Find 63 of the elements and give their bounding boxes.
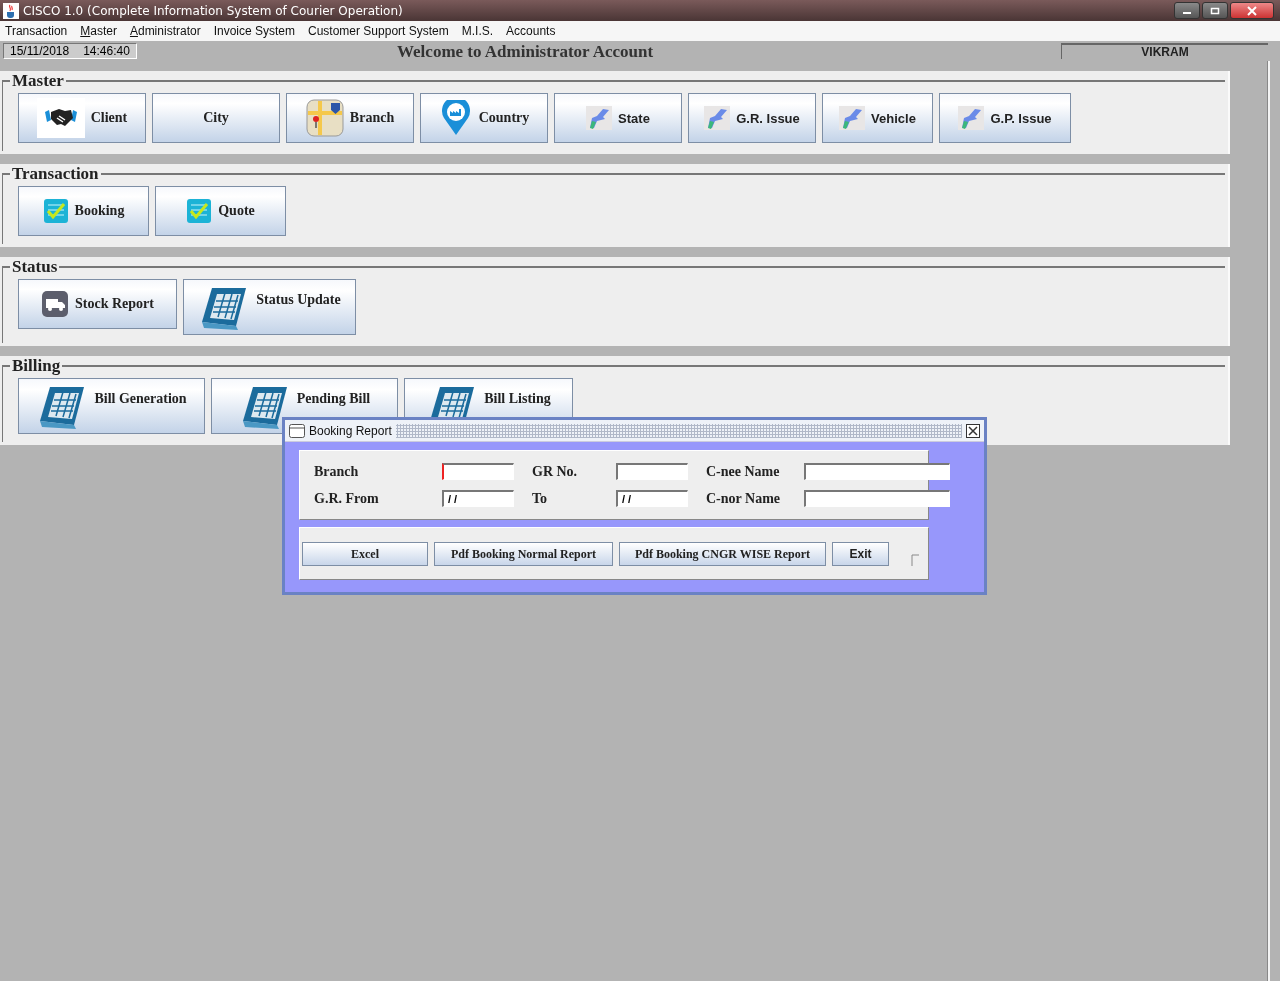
section-title: Billing <box>11 356 62 376</box>
truck-icon <box>41 290 70 318</box>
input-field[interactable] <box>442 463 514 480</box>
maximize-icon <box>1210 6 1220 15</box>
module-button[interactable]: Stock Report <box>18 279 177 329</box>
module-button[interactable]: Bill Generation <box>18 378 205 434</box>
bird-icon <box>586 106 613 130</box>
module-button[interactable]: Status Update <box>183 279 356 335</box>
user-name-box: VIKRAM <box>1061 43 1268 59</box>
module-button[interactable]: Country <box>420 93 548 143</box>
section-title: Status <box>11 257 59 277</box>
input-field[interactable]: / / <box>616 490 688 507</box>
module-button[interactable]: Client <box>18 93 146 143</box>
module-button[interactable]: Vehicle <box>822 93 933 143</box>
java-cup-icon <box>3 2 19 19</box>
time-text: 14:46:40 <box>83 44 130 58</box>
input-field[interactable]: / / <box>442 490 514 507</box>
module-button[interactable]: Quote <box>155 186 286 236</box>
bird-icon <box>839 106 866 130</box>
dialog-button[interactable]: Exit <box>832 542 889 566</box>
dialog-button[interactable]: Pdf Booking Normal Report <box>434 542 613 566</box>
menu-item[interactable]: Administrator <box>129 24 201 38</box>
field-label: GR No. <box>532 463 579 480</box>
dialog-button[interactable]: Pdf Booking CNGR WISE Report <box>619 542 826 566</box>
checklist-icon <box>186 198 213 224</box>
close-icon <box>968 425 978 436</box>
module-button[interactable]: State <box>554 93 682 143</box>
field-label: C-nor Name <box>706 490 781 507</box>
bird-icon <box>958 106 985 130</box>
module-button[interactable]: Branch <box>286 93 414 143</box>
field-label: C-nee Name <box>706 463 781 480</box>
window-icon <box>289 423 305 438</box>
menu-item[interactable]: Master <box>80 24 117 38</box>
dialog-button[interactable]: Excel <box>302 542 428 566</box>
close-button[interactable] <box>966 423 980 438</box>
bird-icon <box>704 106 731 130</box>
welcome-heading: Welcome to Administrator Account <box>397 42 654 62</box>
menu-item[interactable]: Transaction <box>5 24 68 38</box>
input-field[interactable] <box>616 463 688 480</box>
field-label: Branch <box>314 463 360 480</box>
menu-item[interactable]: Accounts <box>506 24 556 38</box>
field-label: To <box>532 490 549 507</box>
corner-mark-icon <box>911 554 919 566</box>
input-field[interactable] <box>804 463 950 480</box>
window-title: CISCO 1.0 (Complete Information System of Courier Operation) <box>23 3 404 18</box>
minimize-button[interactable] <box>1174 2 1200 19</box>
menu-item[interactable]: Invoice System <box>213 24 295 38</box>
date-text: 15/11/2018 <box>10 44 70 58</box>
map-icon <box>305 99 344 137</box>
close-button[interactable] <box>1230 2 1274 19</box>
field-label: G.R. From <box>314 490 380 507</box>
menu-item[interactable]: Customer Support System <box>308 24 449 38</box>
maximize-button[interactable] <box>1202 2 1228 19</box>
section-title: Master <box>11 71 65 91</box>
module-button[interactable]: Booking <box>18 186 149 236</box>
menu-item[interactable]: M.I.S. <box>461 24 494 38</box>
module-button[interactable]: G.R. Issue <box>688 93 816 143</box>
section-title: Transaction <box>11 164 100 184</box>
checklist-icon <box>42 198 69 224</box>
close-icon <box>1246 5 1258 16</box>
module-button[interactable]: City <box>152 93 280 143</box>
module-button[interactable]: G.P. Issue <box>939 93 1071 143</box>
input-field[interactable] <box>804 490 950 507</box>
